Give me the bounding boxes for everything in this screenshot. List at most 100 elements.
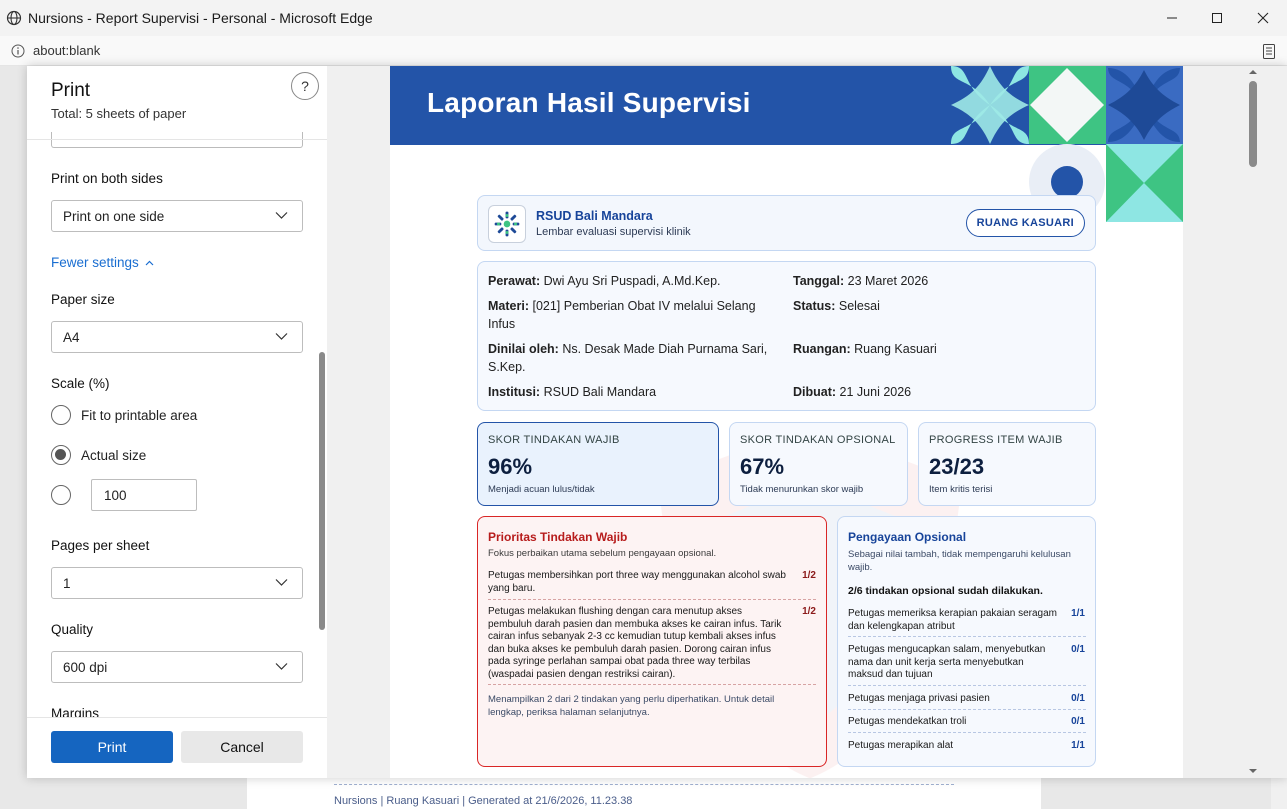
scale-input[interactable]: 100 — [91, 479, 197, 511]
maximize-button[interactable] — [1194, 0, 1240, 36]
print-preview: Laporan Hasil Supervisi RSUD Bali Mandar… — [390, 66, 1183, 778]
optional-item: Petugas menjaga privasi pasien — [848, 693, 990, 704]
field-perawat: Perawat: Dwi Ayu Sri Puspadi, A.Md.Kep. — [488, 274, 721, 288]
quality-label: Quality — [51, 622, 94, 637]
card-value: 23/23 — [929, 454, 985, 479]
paper-size-select[interactable]: A4 — [51, 321, 303, 353]
title-bar: Nursions - Report Supervisi - Personal -… — [0, 0, 1287, 36]
optional-item-score: 1/1 — [1071, 740, 1085, 751]
score-card-opsional: SKOR TINDAKAN OPSIONAL 67% Tidak menurun… — [729, 422, 908, 506]
hospital-name: RSUD Bali Mandara — [536, 209, 653, 223]
divider — [848, 732, 1086, 733]
url-text: about:blank — [33, 43, 101, 58]
info-icon[interactable] — [11, 44, 25, 58]
field-ruangan: Ruangan: Ruang Kasuari — [793, 342, 937, 356]
fewer-settings-link[interactable]: Fewer settings — [51, 255, 154, 270]
optional-item-score: 0/1 — [1071, 644, 1085, 655]
divider — [848, 636, 1086, 637]
card-title: SKOR TINDAKAN WAJIB — [488, 434, 620, 446]
progress-card: PROGRESS ITEM WAJIB 23/23 Item kritis te… — [918, 422, 1096, 506]
card-value: 67% — [740, 454, 785, 479]
chevron-down-icon — [275, 212, 288, 219]
preview-scroll-thumb[interactable] — [1249, 81, 1257, 167]
optional-summary: 2/6 tindakan opsional sudah dilakukan. — [848, 585, 1043, 597]
card-subtitle: Menjadi acuan lulus/tidak — [488, 484, 595, 495]
footer-divider — [334, 784, 954, 785]
priority-subtitle: Fokus perbaikan utama sebelum pengayaan … — [488, 548, 717, 559]
fewer-settings-label: Fewer settings — [51, 255, 139, 270]
chevron-down-icon — [275, 663, 288, 670]
fit-printable-radio[interactable] — [51, 405, 71, 425]
preview-scrollbar[interactable] — [1246, 66, 1260, 778]
room-badge: RUANG KASUARI — [965, 209, 1085, 237]
optional-item-score: 0/1 — [1071, 693, 1085, 704]
dialog-footer: Print Cancel — [27, 717, 327, 778]
scroll-arrows-icon — [1249, 70, 1257, 773]
previous-select-stub[interactable] — [51, 132, 303, 148]
hospital-subtitle: Lembar evaluasi supervisi klinik — [536, 226, 691, 238]
print-dialog: Print Total: 5 sheets of paper ? Print o… — [27, 66, 1287, 778]
divider — [488, 684, 816, 685]
globe-icon — [6, 10, 22, 26]
quality-select[interactable]: 600 dpi — [51, 651, 303, 683]
actual-size-radio[interactable] — [51, 445, 71, 465]
pages-per-sheet-label: Pages per sheet — [51, 538, 150, 553]
priority-item-score: 1/2 — [802, 606, 816, 617]
print-title: Print — [51, 80, 91, 101]
both-sides-value: Print on one side — [63, 208, 165, 224]
score-card-wajib: SKOR TINDAKAN WAJIB 96% Menjadi acuan lu… — [477, 422, 719, 506]
info-box: Perawat: Dwi Ayu Sri Puspadi, A.Md.Kep. … — [477, 261, 1096, 411]
maximize-icon — [1212, 13, 1222, 23]
hospital-logo-icon — [488, 205, 526, 243]
optional-subtitle: Sebagai nilai tambah, tidak mempengaruhi… — [848, 549, 1071, 573]
optional-title: Pengayaan Opsional — [848, 530, 967, 544]
field-status: Status: Selesai — [793, 299, 880, 313]
print-button[interactable]: Print — [51, 731, 173, 763]
close-icon — [1257, 12, 1269, 24]
sheets-total: Total: 5 sheets of paper — [51, 106, 187, 121]
quality-value: 600 dpi — [63, 659, 108, 675]
window-title: Nursions - Report Supervisi - Personal -… — [28, 10, 373, 26]
chevron-up-icon — [145, 260, 154, 265]
close-button[interactable] — [1240, 0, 1286, 36]
both-sides-label: Print on both sides — [51, 171, 163, 186]
divider — [848, 709, 1086, 710]
field-dinilai: Dinilai oleh: Ns. Desak Made Diah Purnam… — [488, 342, 768, 374]
settings-scrollbar[interactable] — [319, 352, 325, 630]
address-bar[interactable]: about:blank — [0, 36, 1287, 66]
priority-item: Petugas melakukan flushing dengan cara m… — [488, 606, 782, 680]
header-divider — [27, 139, 327, 140]
field-materi: Materi: [021] Pemberian Obat IV melalui … — [488, 299, 756, 331]
field-tanggal: Tanggal: 23 Maret 2026 — [793, 274, 929, 288]
report-title: Laporan Hasil Supervisi — [427, 87, 751, 118]
divider — [488, 599, 816, 600]
priority-note: Menampilkan 2 dari 2 tindakan yang perlu… — [488, 694, 775, 718]
priority-item: Petugas membersihkan port three way meng… — [488, 570, 786, 594]
minimize-button[interactable] — [1149, 0, 1195, 36]
cancel-button[interactable]: Cancel — [181, 731, 303, 763]
help-button[interactable]: ? — [291, 72, 319, 100]
scale-label: Scale (%) — [51, 376, 110, 391]
optional-item: Petugas merapikan alat — [848, 740, 954, 751]
fit-printable-label: Fit to printable area — [81, 408, 198, 423]
card-subtitle: Item kritis terisi — [929, 484, 993, 495]
background-footer: Nursions | Ruang Kasuari | Generated at … — [334, 795, 633, 807]
pages-per-sheet-select[interactable]: 1 — [51, 567, 303, 599]
both-sides-select[interactable]: Print on one side — [51, 200, 303, 232]
print-settings-panel: Print Total: 5 sheets of paper ? Print o… — [27, 66, 327, 778]
optional-item-score: 0/1 — [1071, 716, 1085, 727]
priority-title: Prioritas Tindakan Wajib — [488, 530, 628, 544]
reader-view-icon[interactable] — [1263, 44, 1275, 59]
custom-scale-radio[interactable] — [51, 485, 71, 505]
card-title: SKOR TINDAKAN OPSIONAL — [740, 434, 896, 446]
optional-item: Petugas mendekatkan troli — [848, 716, 967, 727]
priority-box: Prioritas Tindakan Wajib Fokus perbaikan… — [477, 516, 827, 767]
optional-item: Petugas memeriksa kerapian pakaian serag… — [848, 608, 1057, 632]
priority-item-score: 1/2 — [802, 570, 816, 581]
optional-item: Petugas mengucapkan salam, menyebutkan n… — [848, 644, 1046, 680]
paper-size-value: A4 — [63, 329, 80, 345]
hospital-header: RSUD Bali Mandara Lembar evaluasi superv… — [477, 195, 1096, 251]
pages-per-sheet-value: 1 — [63, 575, 71, 591]
optional-item-score: 1/1 — [1071, 608, 1085, 619]
actual-size-label: Actual size — [81, 448, 147, 463]
